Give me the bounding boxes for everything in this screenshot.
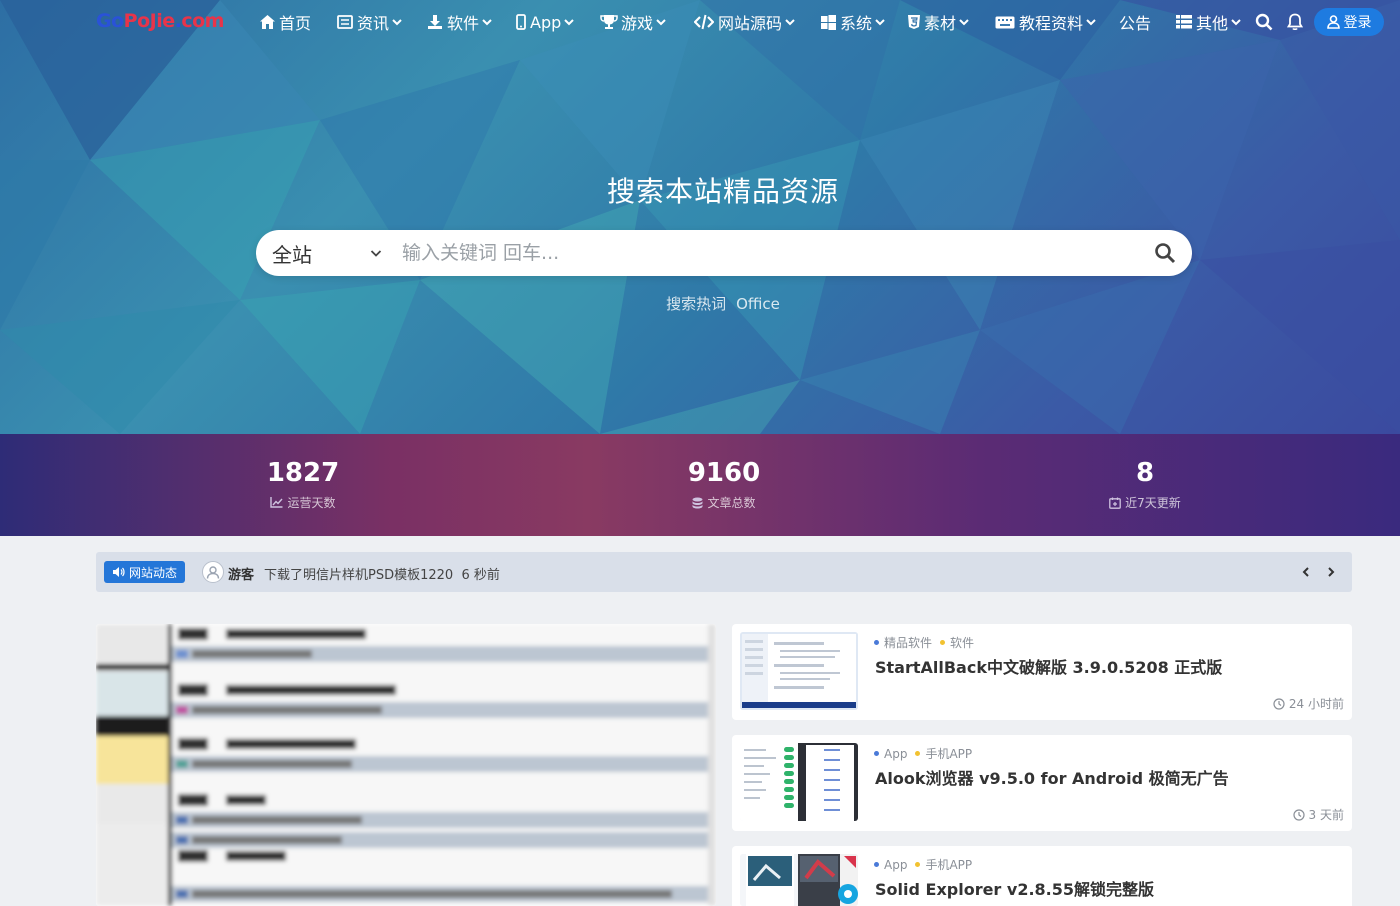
nav-item-system[interactable]: 系统 <box>819 11 885 33</box>
news-icon <box>336 13 354 31</box>
category-dot <box>940 640 946 645</box>
stat-recent-updates: 8 近7天更新 <box>1045 458 1245 511</box>
mobile-icon <box>515 13 527 31</box>
nav-item-software[interactable]: 软件 <box>426 11 492 33</box>
search-bar: 全站 <box>256 230 1192 276</box>
chevron-down-icon <box>875 19 885 26</box>
bell-icon[interactable] <box>1285 12 1305 32</box>
nav-item-tutorials[interactable]: 教程资料 <box>994 11 1096 33</box>
avatar <box>202 561 224 583</box>
nav-item-site-source[interactable]: 网站源码 <box>693 11 795 33</box>
nav-item-home[interactable]: 首页 <box>258 11 311 33</box>
activity-message[interactable]: 下载了明信片样机PSD模板1220 6 秒前 <box>264 564 500 583</box>
chevron-left-icon <box>1302 567 1309 577</box>
category-dot <box>874 862 879 867</box>
search-input[interactable] <box>402 238 1122 268</box>
post-card[interactable]: App 手机APP Solid Explorer v2.8.55解锁完整版 <box>732 846 1352 906</box>
polygon-background <box>0 0 1400 434</box>
windows-icon <box>819 13 837 31</box>
stat-days: 1827 运营天数 <box>266 458 340 510</box>
post-title[interactable]: Solid Explorer v2.8.55解锁完整版 <box>875 876 1154 900</box>
nav-item-games[interactable]: 游戏 <box>600 11 666 33</box>
trophy-icon <box>600 13 618 31</box>
site-stats: 1827 运营天数 9160 文章总数 8 近7天更新 <box>0 434 1400 536</box>
activity-user: 游客 <box>228 568 255 583</box>
nav-item-news[interactable]: 资讯 <box>336 11 402 33</box>
category-dot <box>915 751 921 756</box>
home-icon <box>258 13 276 31</box>
nav-item-app[interactable]: App <box>515 11 574 33</box>
user-icon <box>1326 15 1340 29</box>
site-activity-ticker: 网站动态 游客 下载了明信片样机PSD模板1220 6 秒前 <box>96 552 1352 592</box>
chevron-down-icon <box>656 19 666 26</box>
chevron-down-icon <box>1086 19 1096 26</box>
clock-icon <box>1292 808 1305 821</box>
post-category[interactable]: 手机APP <box>925 856 972 873</box>
search-submit-icon[interactable] <box>1154 242 1176 264</box>
post-category[interactable]: 手机APP <box>925 745 972 762</box>
chevron-down-icon <box>785 19 795 26</box>
calendar-icon <box>1109 497 1122 509</box>
html5-icon <box>907 13 921 31</box>
ticker-prev-button[interactable] <box>1298 564 1314 580</box>
post-thumbnail[interactable] <box>740 854 858 906</box>
post-title[interactable]: Alook浏览器 v9.5.0 for Android 极简无广告 <box>875 765 1229 789</box>
post-card[interactable]: App 手机APP Alook浏览器 v9.5.0 for Android 极简… <box>732 735 1352 831</box>
nav-item-materials[interactable]: 素材 <box>907 11 969 33</box>
chevron-right-icon <box>1328 567 1335 577</box>
hot-keyword-link[interactable]: Office <box>736 295 780 313</box>
search-scope-select[interactable]: 全站 <box>272 240 382 267</box>
database-icon <box>692 497 703 508</box>
ticker-next-button[interactable] <box>1323 564 1339 580</box>
chevron-down-icon <box>392 19 402 26</box>
login-button[interactable]: 登录 <box>1314 8 1384 36</box>
chart-line-icon <box>270 497 284 508</box>
featured-post-image[interactable] <box>96 624 716 906</box>
post-thumbnail[interactable] <box>740 632 858 710</box>
search-icon[interactable] <box>1254 12 1274 32</box>
hot-keywords: 搜索热词 Office <box>666 295 780 313</box>
hero-banner: GoPoJie.com 首页 资讯 软件 App 游戏 网站源码 系统 素材 教… <box>0 0 1400 434</box>
stat-articles: 9160 文章总数 <box>687 458 761 510</box>
site-logo[interactable]: GoPoJie.com <box>96 10 224 32</box>
chevron-down-icon <box>959 19 969 26</box>
top-navigation: GoPoJie.com 首页 资讯 软件 App 游戏 网站源码 系统 素材 教… <box>0 0 1400 44</box>
nav-item-announcement[interactable]: 公告 <box>1119 11 1151 33</box>
chevron-down-icon <box>370 250 382 257</box>
chevron-down-icon <box>564 19 574 26</box>
post-thumbnail[interactable] <box>740 743 858 821</box>
keyboard-icon <box>994 13 1016 31</box>
featured-thumbnail <box>96 624 716 906</box>
hero-title: 搜索本站精品资源 <box>606 175 839 208</box>
category-dot <box>874 751 879 756</box>
post-category[interactable]: 软件 <box>950 634 974 651</box>
post-card[interactable]: 精品软件 软件 StartAllBack中文破解版 3.9.0.5208 正式版… <box>732 624 1352 720</box>
volume-icon <box>113 567 125 577</box>
download-icon <box>426 13 444 31</box>
chevron-down-icon <box>482 19 492 26</box>
table-icon <box>1175 13 1193 31</box>
post-title[interactable]: StartAllBack中文破解版 3.9.0.5208 正式版 <box>875 654 1222 678</box>
post-time: 3 天前 <box>1292 806 1344 823</box>
category-dot <box>874 640 879 645</box>
code-icon <box>693 13 715 31</box>
post-time: 24 小时前 <box>1273 695 1344 712</box>
post-category[interactable]: App <box>884 858 907 872</box>
user-icon <box>206 566 220 579</box>
chevron-down-icon <box>1231 19 1241 26</box>
category-dot <box>915 862 921 867</box>
activity-badge: 网站动态 <box>104 561 186 583</box>
post-category[interactable]: App <box>884 747 907 761</box>
clock-icon <box>1273 697 1285 710</box>
post-category[interactable]: 精品软件 <box>884 634 932 651</box>
nav-item-other[interactable]: 其他 <box>1175 11 1241 33</box>
